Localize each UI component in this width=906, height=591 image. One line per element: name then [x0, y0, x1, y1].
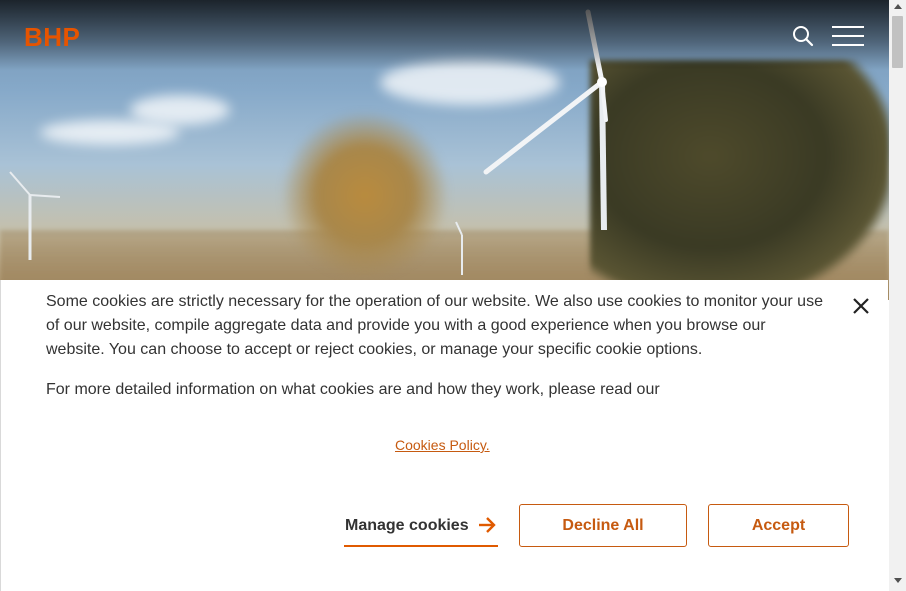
cookie-description: Some cookies are strictly necessary for … — [46, 293, 823, 358]
hamburger-menu-icon — [832, 26, 864, 28]
hamburger-line — [832, 35, 864, 37]
scrollbar[interactable] — [889, 0, 906, 591]
cookie-banner: Some cookies are strictly necessary for … — [0, 280, 888, 591]
bhp-logo[interactable]: BHP — [24, 22, 80, 53]
menu-button[interactable] — [832, 24, 866, 48]
close-icon — [853, 298, 869, 314]
search-icon — [793, 26, 814, 47]
search-button[interactable] — [790, 23, 816, 49]
manage-cookies-label: Manage cookies — [345, 517, 469, 534]
manage-cookies-button[interactable]: Manage cookies — [344, 512, 498, 547]
close-banner-button[interactable] — [851, 296, 871, 316]
hamburger-line — [832, 44, 864, 46]
arrow-right-icon — [479, 517, 496, 533]
scroll-thumb[interactable] — [892, 16, 903, 68]
cookie-banner-text: Some cookies are strictly necessary for … — [46, 290, 826, 402]
scroll-down-icon[interactable] — [894, 578, 902, 583]
cookie-info-text: For more detailed information on what co… — [46, 381, 660, 398]
cookies-policy-link[interactable]: Cookies Policy. — [395, 437, 490, 453]
accept-button[interactable]: Accept — [708, 504, 849, 547]
decline-all-button[interactable]: Decline All — [519, 504, 687, 547]
header-gradient — [0, 0, 889, 70]
scroll-up-icon[interactable] — [894, 4, 902, 9]
hero-image — [0, 0, 889, 300]
